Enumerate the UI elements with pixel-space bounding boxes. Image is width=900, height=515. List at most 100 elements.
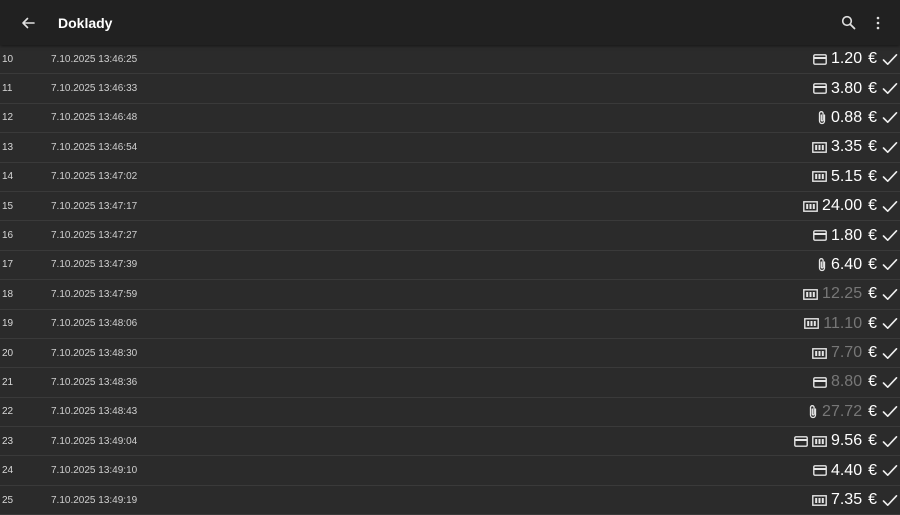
receipt-number: 16 [2,230,14,242]
receipt-number: 22 [2,406,14,418]
receipt-datetime: 7.10.2025 13:49:04 [51,435,138,447]
search-icon [841,15,855,30]
receipt-summary: 24.00 € [803,197,898,215]
receipt-amount: 5.15 [830,167,863,185]
list-item[interactable]: 20 7.10.2025 13:48:30 7.70 € [0,339,900,369]
currency-symbol: € [868,197,877,215]
receipt-amount: 7.70 [830,344,863,362]
list-item[interactable]: 10 7.10.2025 13:46:25 1.20 € [0,45,900,75]
more-vertical-icon [876,16,880,29]
check-icon [882,435,898,448]
receipt-amount: 24.00 [822,197,863,215]
check-icon [882,464,898,477]
receipt-summary: 4.40 € [813,462,898,480]
receipt-number: 11 [2,83,13,95]
receipt-amount: 4.40 [830,461,863,479]
receipt-amount: 3.80 [830,79,863,97]
receipt-number: 12 [2,112,14,124]
credit-card-icon [813,377,827,388]
list-item[interactable]: 13 7.10.2025 13:46:54 3.35 € [0,133,900,163]
receipt-datetime: 7.10.2025 13:47:39 [51,259,138,271]
check-icon [882,141,898,154]
check-icon [882,317,898,330]
receipt-datetime: 7.10.2025 13:46:25 [51,53,138,65]
receipt-number: 24 [2,465,14,477]
list-item[interactable]: 14 7.10.2025 13:47:02 5.15 € [0,163,900,192]
receipt-datetime: 7.10.2025 13:46:54 [51,141,138,153]
receipt-amount: 1.20 [830,50,863,68]
cash-icon [803,200,818,212]
search-button[interactable] [838,13,858,33]
check-icon [882,111,898,124]
credit-card-icon [813,83,827,94]
list-item[interactable]: 12 7.10.2025 13:46:48 0.88 € [0,104,900,134]
receipt-summary: 6.40 € [817,256,898,274]
app-bar: Doklady [0,0,900,45]
receipt-datetime: 7.10.2025 13:46:33 [51,83,138,95]
receipt-summary: 8.80 € [813,373,898,391]
receipt-amount: 7.35 [830,491,863,509]
list-item[interactable]: 24 7.10.2025 13:49:10 4.40 € [0,456,900,486]
check-icon [882,53,898,66]
currency-symbol: € [868,491,877,509]
check-icon [882,82,898,95]
currency-symbol: € [868,314,877,332]
check-icon [882,405,898,418]
currency-symbol: € [868,138,877,156]
back-button[interactable] [18,13,38,33]
list-item[interactable]: 15 7.10.2025 13:47:17 24.00 € [0,192,900,222]
list-item[interactable]: 25 7.10.2025 13:49:19 7.35 € [0,486,900,515]
receipt-number: 20 [2,347,14,359]
credit-card-icon [813,53,827,65]
list-item[interactable]: 17 7.10.2025 13:47:39 6.40 € [0,251,900,281]
receipt-datetime: 7.10.2025 13:48:30 [51,347,138,359]
receipt-number: 21 [2,376,14,388]
page-title: Doklady [58,14,113,31]
arrow-left-icon [22,17,35,28]
list-item[interactable]: 16 7.10.2025 13:47:27 1.80 € [0,221,900,251]
currency-symbol: € [868,50,877,68]
currency-symbol: € [868,79,877,97]
receipt-number: 15 [2,200,14,212]
receipt-number: 10 [2,53,14,65]
cash-icon [803,288,818,300]
check-icon [882,494,898,507]
list-item[interactable]: 19 7.10.2025 13:48:06 11.10 € [0,310,900,339]
currency-symbol: € [868,167,877,185]
receipt-datetime: 7.10.2025 13:49:10 [51,465,138,477]
attachment-icon [817,110,827,125]
receipt-summary: 9.56 € [794,432,898,450]
credit-card-icon [794,435,808,447]
currency-symbol: € [868,373,877,391]
list-item[interactable]: 11 7.10.2025 13:46:33 3.80 € [0,74,900,104]
credit-card-icon [813,230,827,241]
check-icon [882,288,898,301]
list-item[interactable]: 18 7.10.2025 13:47:59 12.25 € [0,280,900,310]
attachment-icon [817,257,827,272]
receipt-number: 18 [2,288,14,300]
currency-symbol: € [868,344,877,362]
cash-icon [812,171,827,183]
receipt-datetime: 7.10.2025 13:47:02 [51,171,138,183]
receipt-datetime: 7.10.2025 13:47:27 [51,230,138,242]
receipt-datetime: 7.10.2025 13:48:36 [51,376,138,388]
receipt-datetime: 7.10.2025 13:47:59 [51,288,138,300]
currency-symbol: € [868,432,877,450]
receipt-number: 25 [2,494,14,506]
receipt-amount: 1.80 [830,226,863,244]
receipt-amount: 0.88 [830,108,863,126]
list-item[interactable]: 23 7.10.2025 13:49:04 9.56 € [0,427,900,457]
check-icon [882,229,898,242]
list-item[interactable]: 22 7.10.2025 13:48:43 27.72 € [0,398,900,428]
list-item[interactable]: 21 7.10.2025 13:48:36 8.80 € [0,368,900,398]
receipt-summary: 5.15 € [812,168,898,186]
receipt-amount: 8.80 [830,373,863,391]
receipt-number: 19 [2,318,14,330]
currency-symbol: € [868,402,877,420]
receipt-summary: 0.88 € [817,109,898,127]
more-options-button[interactable] [868,13,888,33]
receipt-amount: 11.10 [823,314,863,332]
receipt-datetime: 7.10.2025 13:49:19 [51,494,138,506]
receipt-amount: 6.40 [830,255,863,273]
cash-icon [812,347,827,359]
